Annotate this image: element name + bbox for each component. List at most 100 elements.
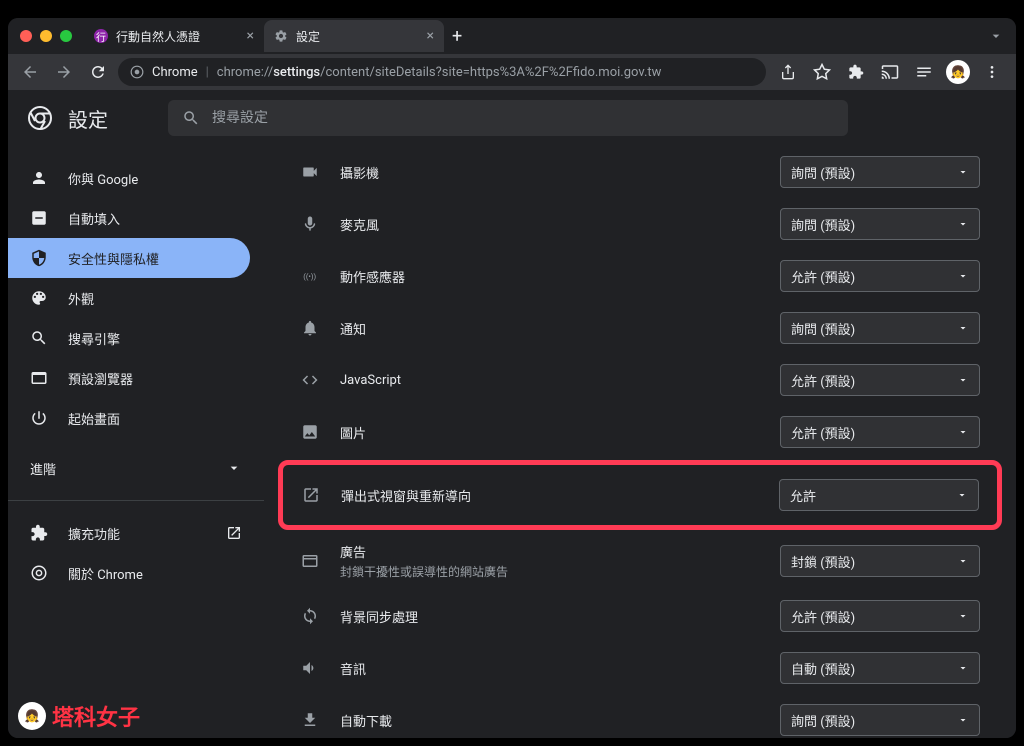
permission-select[interactable]: 詢問 (預設) [780,704,980,736]
share-icon[interactable] [776,60,800,84]
chrome-logo-icon [28,106,52,130]
browser-window: 行 行動自然人憑證 × 設定 × + [8,18,1016,738]
close-icon[interactable]: × [247,28,254,44]
reading-list-icon[interactable] [912,60,936,84]
cast-icon[interactable] [878,60,902,84]
profile-avatar[interactable]: 👧 [946,60,970,84]
forward-button[interactable] [50,58,78,86]
permission-select[interactable]: 自動 (預設) [780,652,980,684]
chrome-logo-icon [130,65,144,79]
permission-row: 背景同步處理 允許 (預設) [284,590,996,642]
sidebar-label: 你與 Google [68,169,138,188]
search-settings[interactable] [168,100,848,136]
back-button[interactable] [16,58,44,86]
new-tab-button[interactable]: + [444,26,470,47]
select-value: 允許 (預設) [791,371,855,390]
ads-icon [300,552,320,570]
select-value: 允許 (預設) [791,267,855,286]
sidebar-label: 進階 [30,459,56,478]
sidebar-label: 起始畫面 [68,409,120,428]
sidebar-label: 預設瀏覽器 [68,369,133,388]
watermark: 👧 塔科女子 [18,700,140,732]
shield-icon [30,249,48,267]
permission-select[interactable]: 封鎖 (預設) [780,545,980,577]
menu-icon[interactable] [980,60,1004,84]
permission-label: 動作感應器 [340,267,760,286]
person-icon [30,169,48,187]
select-value: 允許 [790,486,816,505]
sidebar: 你與 Google 自動填入 安全性與隱私權 外觀 搜尋引擎 [8,146,264,738]
highlight-annotation: 彈出式視窗與重新導向允許 [278,460,1002,530]
sidebar-item-you-and-google[interactable]: 你與 Google [8,158,250,198]
permission-row: 彈出式視窗與重新導向允許 [285,469,995,521]
sidebar-label: 外觀 [68,289,94,308]
select-value: 詢問 (預設) [791,319,855,338]
permission-label: 通知 [340,319,760,338]
settings-page: 設定 你與 Google 自動填入 [8,90,1016,738]
permission-label: 背景同步處理 [340,607,760,626]
permission-select[interactable]: 允許 (預設) [780,416,980,448]
permission-label: 廣告 [340,542,760,561]
chrome-logo-icon [30,564,48,582]
tab-title: 設定 [296,28,419,45]
permission-select[interactable]: 詢問 (預設) [780,156,980,188]
permission-label: 攝影機 [340,163,760,182]
chevron-down-icon[interactable] [988,28,1004,44]
permission-select[interactable]: 允許 (預設) [780,600,980,632]
permission-row: 攝影機 詢問 (預設) [284,146,996,198]
permission-label: 麥克風 [340,215,760,234]
sidebar-item-on-startup[interactable]: 起始畫面 [8,398,250,438]
sidebar-item-about-chrome[interactable]: 關於 Chrome [8,553,264,593]
sidebar-item-autofill[interactable]: 自動填入 [8,198,250,238]
sidebar-advanced[interactable]: 進階 [8,448,264,488]
svg-text:((•)): ((•)) [303,272,316,281]
sidebar-label: 關於 Chrome [68,564,143,583]
search-icon [30,329,48,347]
permissions-panel: 攝影機詢問 (預設)麥克風詢問 (預設)((•))動作感應器允許 (預設)通知詢… [264,146,1016,738]
permission-select[interactable]: 詢問 (預設) [780,312,980,344]
select-value: 詢問 (預設) [791,163,855,182]
browser-icon [30,369,48,387]
select-value: 詢問 (預設) [791,215,855,234]
sidebar-label: 搜尋引擎 [68,329,120,348]
extensions-icon[interactable] [844,60,868,84]
tab-settings[interactable]: 設定 × [264,20,444,52]
permission-select[interactable]: 允許 (預設) [780,260,980,292]
popup-icon [301,486,321,504]
permission-row: JavaScript 允許 (預設) [284,354,996,406]
minimize-window-button[interactable] [40,30,52,42]
chevron-down-icon [957,322,969,334]
toolbar-actions: 👧 [772,60,1008,84]
sidebar-item-extensions[interactable]: 擴充功能 [8,513,264,553]
mic-icon [300,215,320,233]
sidebar-item-search-engine[interactable]: 搜尋引擎 [8,318,250,358]
permission-label: JavaScript [340,373,760,388]
maximize-window-button[interactable] [60,30,72,42]
motion-icon: ((•)) [300,267,320,285]
sidebar-item-default-browser[interactable]: 預設瀏覽器 [8,358,250,398]
chevron-down-icon [957,374,969,386]
chevron-down-icon [226,460,242,476]
search-input[interactable] [212,110,834,126]
titlebar: 行 行動自然人憑證 × 設定 × + [8,18,1016,54]
watermark-icon: 👧 [18,702,46,730]
settings-header: 設定 [8,90,1016,146]
chevron-down-icon [957,426,969,438]
settings-logo: 設定 [28,104,108,133]
address-bar[interactable]: Chrome | chrome://settings/content/siteD… [118,58,766,86]
gear-icon [274,29,288,43]
permission-select[interactable]: 允許 (預設) [780,364,980,396]
permission-select[interactable]: 允許 [779,479,979,511]
close-window-button[interactable] [20,30,32,42]
permission-select[interactable]: 詢問 (預設) [780,208,980,240]
tab-fido[interactable]: 行 行動自然人憑證 × [84,20,264,52]
sidebar-label: 安全性與隱私權 [68,249,159,268]
close-icon[interactable]: × [427,28,434,44]
reload-button[interactable] [84,58,112,86]
sidebar-item-appearance[interactable]: 外觀 [8,278,250,318]
code-icon [300,371,320,389]
star-icon[interactable] [810,60,834,84]
select-value: 自動 (預設) [791,659,855,678]
sidebar-item-privacy-security[interactable]: 安全性與隱私權 [8,238,250,278]
chevron-down-icon [956,489,968,501]
